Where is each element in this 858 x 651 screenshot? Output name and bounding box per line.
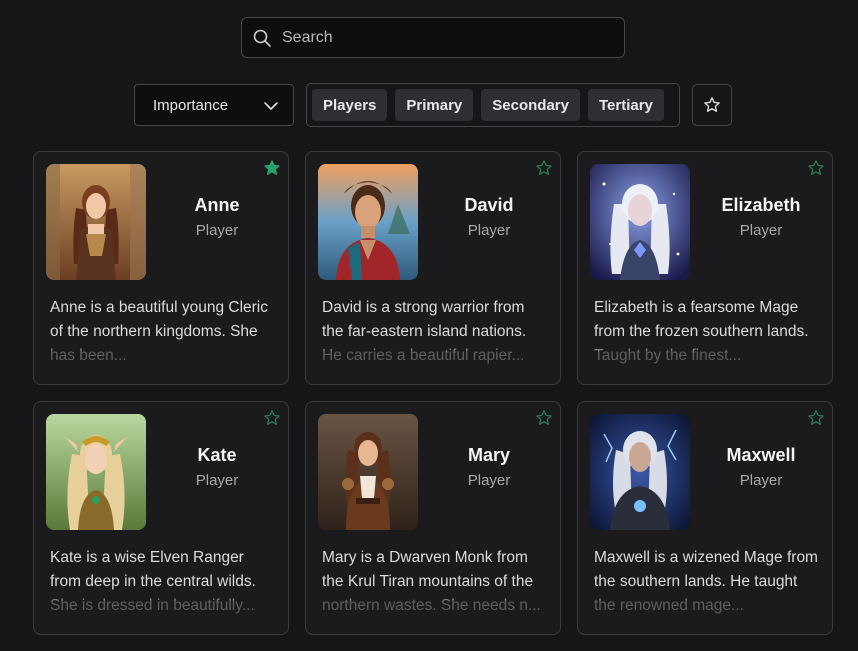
character-name: Kate [197,445,237,465]
sort-selected-value: Importance [153,96,229,114]
favorite-star-outline-icon[interactable] [807,409,825,427]
favorites-filter-button[interactable] [692,84,732,126]
character-card[interactable]: Mary Player Mary is a Dwarven Monk from … [305,401,561,635]
character-role: Player [467,222,511,239]
character-portrait [590,414,690,530]
character-name: Elizabeth [721,195,801,215]
character-description: Anne is a beautiful young Cleric of the … [50,299,268,364]
character-name: David [464,195,514,215]
character-portrait [46,414,146,530]
character-role: Player [195,472,239,489]
character-card[interactable]: Anne Player Anne is a beautiful young Cl… [33,151,289,385]
search-icon [253,29,271,47]
favorite-star-outline-icon[interactable] [535,409,553,427]
character-description: David is a strong warrior from the far-e… [322,299,527,364]
sort-select[interactable]: Importance [134,84,294,126]
character-card[interactable]: Maxwell Player Maxwell is a wizened Mage… [577,401,833,635]
character-portrait [318,414,418,530]
character-portrait [318,164,418,280]
star-outline-icon [704,97,720,112]
character-card[interactable]: David Player David is a strong warrior f… [305,151,561,385]
character-name: Mary [467,445,511,465]
character-grid: Anne Player Anne is a beautiful young Cl… [33,151,833,635]
filter-chip-primary[interactable]: Primary [395,89,474,121]
character-role: Player [467,472,511,489]
favorite-star-outline-icon[interactable] [535,159,553,177]
character-name: Anne [194,195,240,215]
character-role: Player [195,222,239,239]
character-name: Maxwell [726,445,796,465]
character-description: Elizabeth is a fearsome Mage from the fr… [594,299,809,364]
character-card[interactable]: Elizabeth Player Elizabeth is a fearsome… [577,151,833,385]
character-card[interactable]: Kate Player Kate is a wise Elven Ranger … [33,401,289,635]
category-filter-group: Players Primary Secondary Tertiary [306,83,680,127]
character-description: Maxwell is a wizened Mage from the south… [594,549,818,614]
filter-chip-secondary[interactable]: Secondary [481,89,580,121]
filter-chip-tertiary[interactable]: Tertiary [587,89,664,121]
character-description: Mary is a Dwarven Monk from the Krul Tir… [322,549,541,614]
character-description: Kate is a wise Elven Ranger from deep in… [50,549,256,614]
search-bar[interactable] [241,17,625,58]
character-portrait [46,164,146,280]
character-portrait [590,164,690,280]
character-role: Player [739,472,783,489]
favorite-star-filled-icon[interactable] [263,159,281,177]
search-input[interactable] [282,28,602,47]
character-role: Player [739,222,783,239]
favorite-star-outline-icon[interactable] [807,159,825,177]
filter-chip-players[interactable]: Players [312,89,388,121]
favorite-star-outline-icon[interactable] [263,409,281,427]
chevron-down-icon [264,102,278,110]
